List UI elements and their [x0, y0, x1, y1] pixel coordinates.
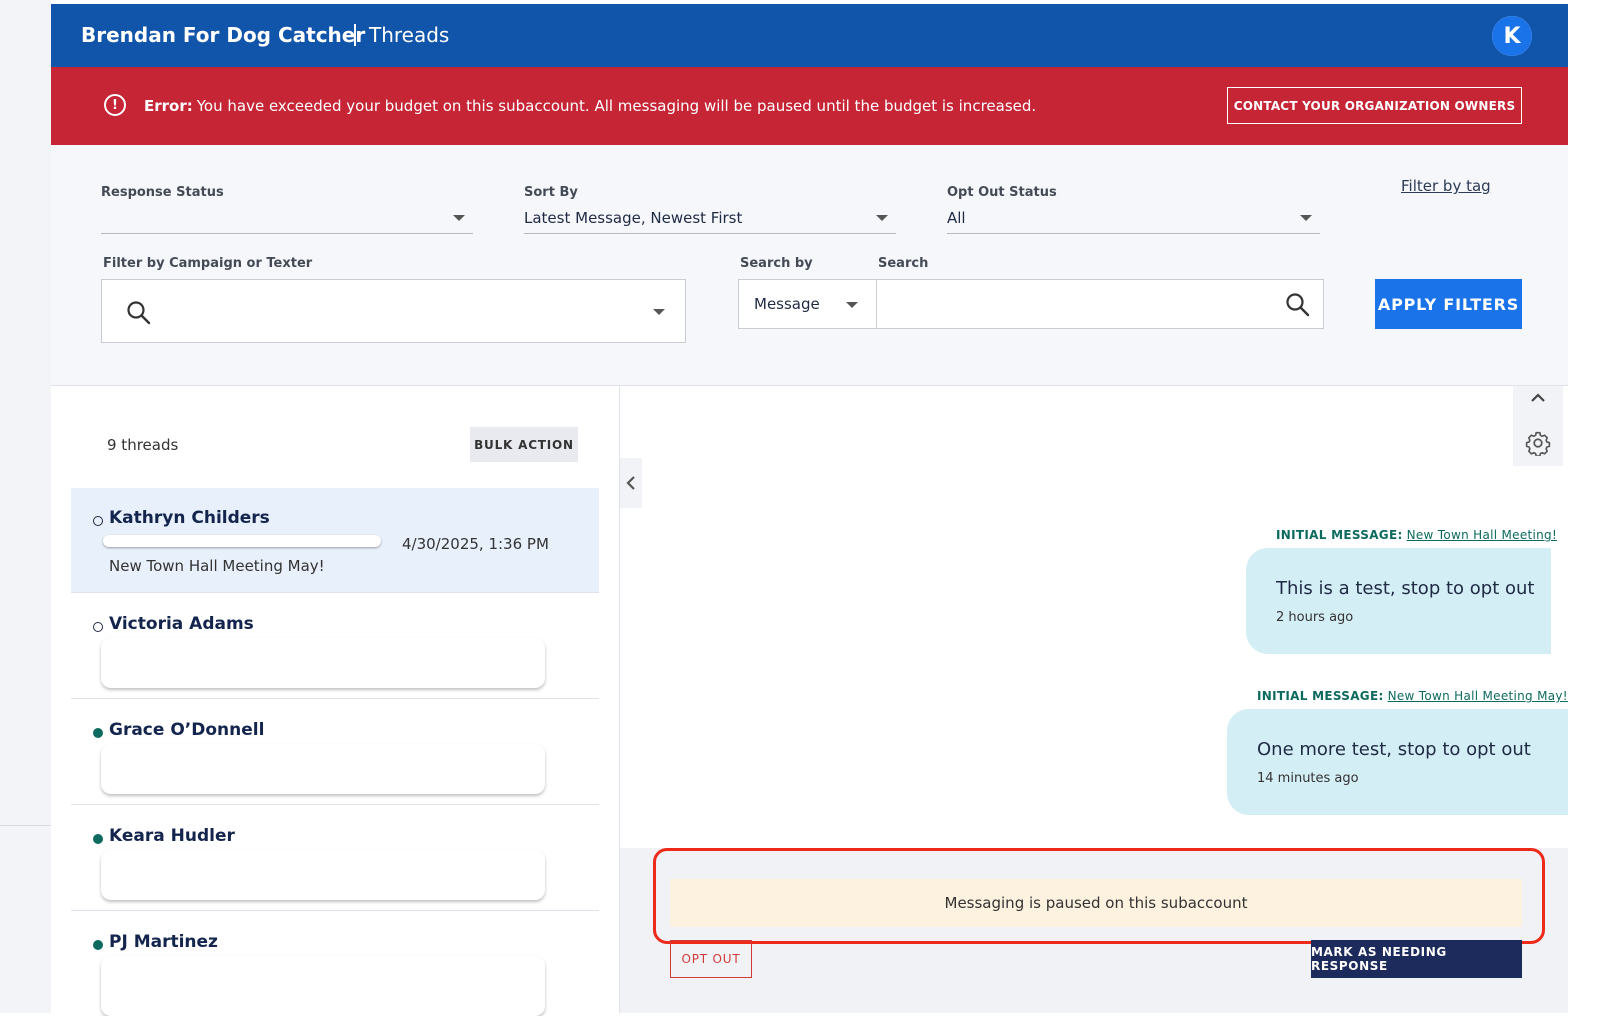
avatar-initial: K	[1492, 16, 1532, 56]
settings-button[interactable]	[1513, 424, 1563, 462]
contact-name: Grace O’Donnell	[109, 720, 265, 740]
gear-icon	[1525, 431, 1551, 456]
contact-name: PJ Martinez	[109, 932, 218, 952]
chevron-down-icon	[1300, 215, 1312, 221]
status-dot	[93, 940, 103, 950]
thread-preview: New Town Hall Meeting May!	[109, 557, 325, 575]
status-dot	[93, 516, 103, 526]
search-icon[interactable]	[1285, 292, 1311, 318]
chevron-down-icon	[653, 309, 665, 315]
header-divider	[354, 24, 356, 46]
search-input[interactable]	[876, 279, 1324, 329]
contact-owners-button[interactable]: CONTACT YOUR ORGANIZATION OWNERS	[1227, 87, 1522, 124]
search-by-label: Search by	[740, 256, 813, 271]
status-dot	[93, 728, 103, 738]
thread-list-panel: 9 threads BULK ACTION Kathryn Childers 4…	[51, 386, 620, 1016]
chevron-down-icon	[846, 302, 858, 308]
scroll-up-button[interactable]	[1513, 386, 1563, 410]
message-bubble: This is a test, stop to opt out 2 hours …	[1246, 548, 1551, 654]
message-text: This is a test, stop to opt out	[1276, 578, 1535, 599]
composer-area: Messaging is paused on this subaccount O…	[620, 848, 1568, 1013]
contact-name: Keara Hudler	[109, 826, 235, 846]
page-title: Threads	[369, 23, 450, 47]
error-banner: ! Error: You have exceeded your budget on…	[51, 67, 1568, 145]
filter-by-tag-link[interactable]: Filter by tag	[1401, 177, 1491, 195]
sort-by-value: Latest Message, Newest First	[524, 209, 743, 227]
left-rail-divider	[0, 825, 51, 826]
org-name[interactable]: Brendan For Dog Catcher	[81, 23, 365, 47]
redacted-details	[101, 744, 545, 794]
app-header: Brendan For Dog Catcher Threads K	[51, 4, 1568, 67]
sort-by-select[interactable]: Latest Message, Newest First	[524, 205, 896, 234]
response-status-label: Response Status	[101, 185, 224, 200]
initial-message-label: INITIAL MESSAGE: New Town Hall Meeting!	[1276, 528, 1557, 542]
thread-date: 4/30/2025, 1:36 PM	[402, 535, 549, 553]
search-by-select[interactable]: Message	[738, 279, 877, 329]
search-by-value: Message	[754, 295, 820, 313]
bulk-action-button[interactable]: BULK ACTION	[470, 427, 578, 462]
message-time: 2 hours ago	[1276, 610, 1354, 625]
conversation-panel: INITIAL MESSAGE: New Town Hall Meeting! T…	[620, 386, 1568, 1013]
message-time: 14 minutes ago	[1257, 771, 1359, 786]
redacted-phone	[103, 535, 381, 547]
initial-message-prefix: INITIAL MESSAGE:	[1257, 689, 1384, 703]
opt-out-button[interactable]: OPT OUT	[670, 940, 752, 978]
search-label: Search	[878, 256, 929, 271]
thread-item[interactable]: Kathryn Childers 4/30/2025, 1:36 PM New …	[71, 488, 599, 593]
search-icon	[127, 301, 151, 325]
right-rail	[1568, 0, 1600, 1013]
chevron-left-icon	[626, 476, 635, 490]
error-label: Error:	[144, 97, 193, 115]
contact-name: Victoria Adams	[109, 614, 254, 634]
highlight-outline	[653, 848, 1545, 944]
thread-count: 9 threads	[107, 436, 179, 454]
status-dot	[93, 834, 103, 844]
initial-message-prefix: INITIAL MESSAGE:	[1276, 528, 1403, 542]
message-bubble: One more test, stop to opt out 14 minute…	[1227, 709, 1568, 815]
opt-out-status-value: All	[947, 209, 966, 227]
mark-needing-response-button[interactable]: MARK AS NEEDING RESPONSE	[1311, 940, 1522, 978]
filter-panel: Response Status Sort By Latest Message, …	[51, 145, 1568, 386]
opt-out-status-label: Opt Out Status	[947, 185, 1057, 200]
chevron-down-icon	[876, 215, 888, 221]
campaign-filter-label: Filter by Campaign or Texter	[103, 256, 313, 271]
message-text: One more test, stop to opt out	[1257, 739, 1531, 760]
campaign-link[interactable]: New Town Hall Meeting May!	[1388, 689, 1568, 703]
alert-circle-icon: !	[104, 94, 126, 116]
collapse-list-button[interactable]	[620, 458, 642, 508]
error-text: You have exceeded your budget on this su…	[196, 97, 1037, 115]
campaign-filter-input[interactable]	[101, 279, 686, 343]
thread-item[interactable]: PJ Martinez	[71, 912, 599, 1016]
response-status-select[interactable]	[101, 205, 473, 234]
status-dot	[93, 622, 103, 632]
sort-by-label: Sort By	[524, 185, 578, 200]
contact-name: Kathryn Childers	[109, 508, 270, 528]
thread-item[interactable]: Keara Hudler	[71, 806, 599, 911]
avatar[interactable]: K	[1492, 16, 1532, 56]
redacted-details	[101, 638, 545, 688]
thread-item[interactable]: Victoria Adams	[71, 594, 599, 699]
chevron-down-icon	[453, 215, 465, 221]
chevron-up-icon	[1531, 393, 1545, 402]
redacted-details	[101, 850, 545, 900]
thread-item[interactable]: Grace O’Donnell	[71, 700, 599, 805]
error-message: Error: You have exceeded your budget on t…	[144, 97, 1036, 115]
left-rail	[0, 0, 51, 1013]
side-toolbar	[1513, 386, 1563, 466]
apply-filters-button[interactable]: APPLY FILTERS	[1375, 279, 1522, 329]
initial-message-label: INITIAL MESSAGE: New Town Hall Meeting Ma…	[1257, 689, 1568, 703]
campaign-link[interactable]: New Town Hall Meeting!	[1407, 528, 1558, 542]
opt-out-status-select[interactable]: All	[947, 205, 1320, 234]
redacted-details	[101, 956, 545, 1016]
